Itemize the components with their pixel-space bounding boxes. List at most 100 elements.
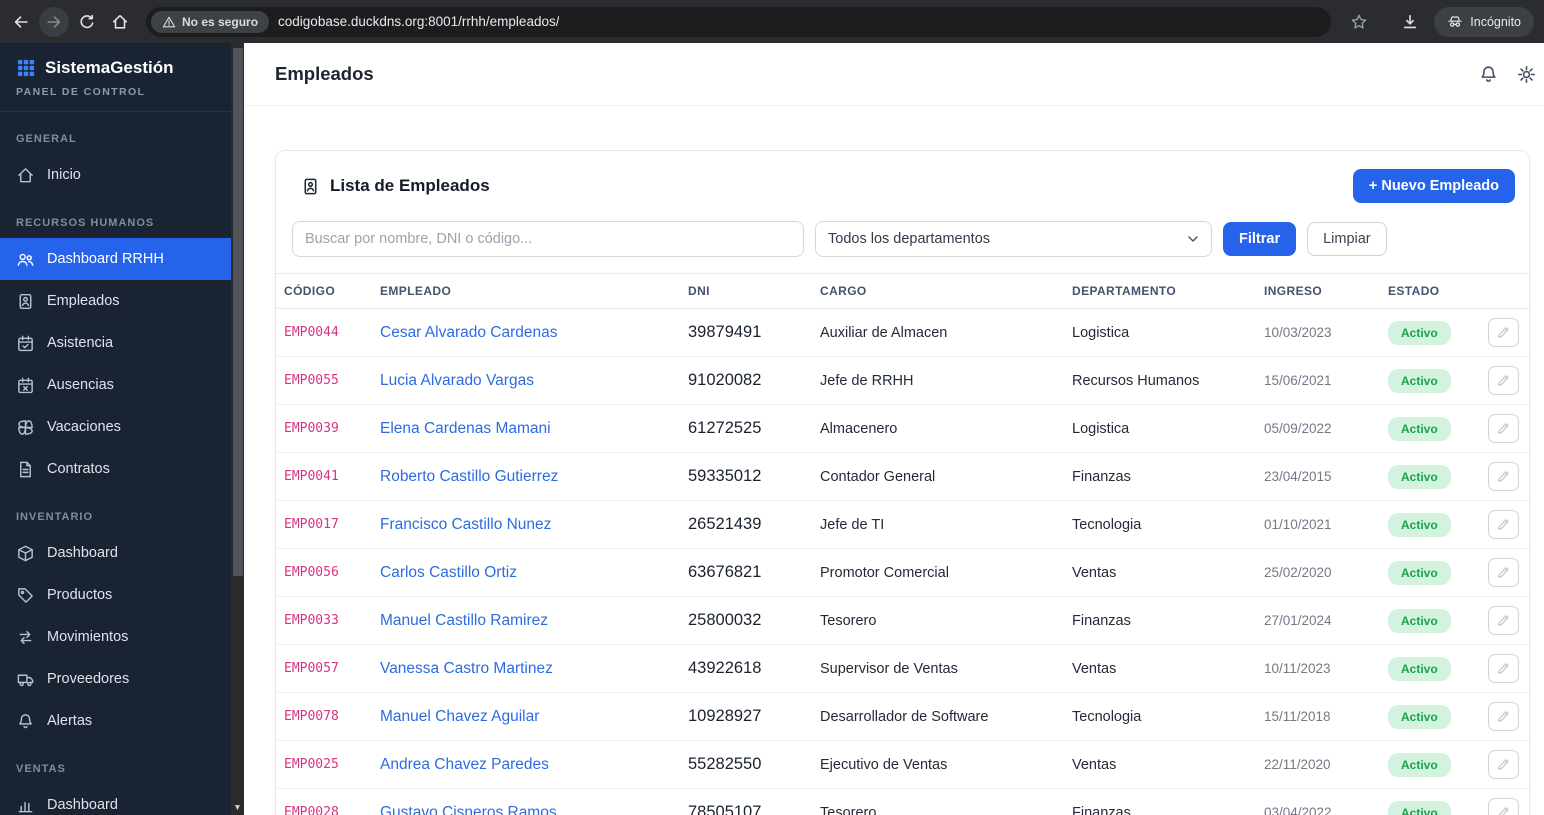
employee-department: Finanzas bbox=[1072, 804, 1131, 815]
edit-employee-button[interactable] bbox=[1488, 750, 1519, 779]
employee-name-link[interactable]: Elena Cardenas Mamani bbox=[380, 420, 551, 437]
employee-code: EMP0056 bbox=[284, 565, 339, 580]
incognito-badge[interactable]: Incógnito bbox=[1434, 6, 1534, 37]
sidebar-item-inicio[interactable]: Inicio bbox=[0, 154, 231, 196]
employee-name-link[interactable]: Carlos Castillo Ortiz bbox=[380, 564, 517, 581]
settings-button[interactable] bbox=[1516, 64, 1537, 85]
employee-code: EMP0025 bbox=[284, 757, 339, 772]
employee-name-link[interactable]: Andrea Chavez Paredes bbox=[380, 756, 549, 773]
notifications-button[interactable] bbox=[1478, 64, 1499, 85]
star-icon bbox=[1351, 14, 1367, 29]
people-icon bbox=[16, 250, 35, 269]
sidebar-item-dashboard[interactable]: Dashboard bbox=[0, 532, 231, 574]
incognito-icon bbox=[1448, 15, 1462, 27]
sidebar-item-label: Empleados bbox=[47, 293, 120, 309]
edit-employee-button[interactable] bbox=[1488, 702, 1519, 731]
back-button[interactable] bbox=[6, 7, 36, 37]
status-badge: Activo bbox=[1388, 464, 1451, 489]
scrollbar-down-arrow[interactable]: ▼ bbox=[231, 802, 244, 813]
employee-card-icon bbox=[300, 176, 320, 196]
downloads-button[interactable] bbox=[1395, 7, 1425, 37]
employee-code: EMP0057 bbox=[284, 661, 339, 676]
edit-employee-button[interactable] bbox=[1488, 510, 1519, 539]
employee-position: Jefe de TI bbox=[820, 516, 885, 533]
refresh-button[interactable] bbox=[72, 7, 102, 37]
pencil-icon bbox=[1496, 325, 1511, 340]
edit-employee-button[interactable] bbox=[1488, 798, 1519, 815]
refresh-icon bbox=[80, 14, 94, 28]
employee-dni: 26521439 bbox=[688, 515, 762, 533]
address-bar[interactable]: No es seguro codigobase.duckdns.org:8001… bbox=[146, 6, 1332, 37]
home-icon bbox=[16, 166, 35, 185]
search-input[interactable] bbox=[292, 221, 804, 257]
edit-employee-button[interactable] bbox=[1488, 414, 1519, 443]
column-header-ingreso: INGRESO bbox=[1264, 284, 1323, 298]
security-chip-label: No es seguro bbox=[182, 14, 259, 29]
brand-grid-icon bbox=[16, 59, 35, 78]
sidebar-item-label: Productos bbox=[47, 587, 113, 603]
sidebar-item-contratos[interactable]: Contratos bbox=[0, 448, 231, 490]
sidebar-item-dashboard-rrhh[interactable]: Dashboard RRHH bbox=[0, 238, 231, 280]
edit-employee-button[interactable] bbox=[1488, 318, 1519, 347]
edit-employee-button[interactable] bbox=[1488, 654, 1519, 683]
status-badge: Activo bbox=[1388, 512, 1451, 537]
employee-name-link[interactable]: Manuel Chavez Aguilar bbox=[380, 708, 539, 725]
filter-button[interactable]: Filtrar bbox=[1223, 222, 1297, 256]
employee-name-link[interactable]: Manuel Castillo Ramirez bbox=[380, 612, 548, 629]
scrollbar-thumb[interactable] bbox=[232, 48, 243, 576]
box-icon bbox=[16, 544, 35, 563]
employee-code: EMP0039 bbox=[284, 421, 339, 436]
calcheck-icon bbox=[16, 334, 35, 353]
employee-department: Recursos Humanos bbox=[1072, 372, 1200, 389]
clear-button[interactable]: Limpiar bbox=[1307, 222, 1387, 256]
bookmark-star-button[interactable] bbox=[1344, 7, 1374, 37]
employee-hire-date: 15/06/2021 bbox=[1264, 373, 1332, 388]
employee-dni: 39879491 bbox=[688, 323, 762, 341]
employee-department: Finanzas bbox=[1072, 468, 1131, 485]
sidebar-item-movimientos[interactable]: Movimientos bbox=[0, 616, 231, 658]
sidebar-scrollbar[interactable]: ▼ bbox=[231, 43, 244, 815]
department-select[interactable]: Todos los departamentos bbox=[815, 221, 1212, 257]
security-chip[interactable]: No es seguro bbox=[151, 10, 270, 33]
pencil-icon bbox=[1496, 613, 1511, 628]
sidebar-item-ausencias[interactable]: Ausencias bbox=[0, 364, 231, 406]
sidebar-item-label: Alertas bbox=[47, 713, 93, 729]
employee-code: EMP0055 bbox=[284, 373, 339, 388]
table-row: EMP0041 Roberto Castillo Gutierrez 5933501… bbox=[276, 453, 1529, 501]
home-icon bbox=[112, 14, 128, 29]
edit-employee-button[interactable] bbox=[1488, 366, 1519, 395]
employee-name-link[interactable]: Gustavo Cisneros Ramos bbox=[380, 804, 557, 815]
sidebar-item-asistencia[interactable]: Asistencia bbox=[0, 322, 231, 364]
sidebar-item-empleados[interactable]: Empleados bbox=[0, 280, 231, 322]
employee-name-link[interactable]: Cesar Alvarado Cardenas bbox=[380, 324, 558, 341]
employee-department: Logistica bbox=[1072, 420, 1130, 437]
sidebar-item-vacaciones[interactable]: Vacaciones bbox=[0, 406, 231, 448]
employee-name-link[interactable]: Francisco Castillo Nunez bbox=[380, 516, 551, 533]
employee-dni: 25800032 bbox=[688, 611, 762, 629]
fan-icon bbox=[16, 418, 35, 437]
edit-employee-button[interactable] bbox=[1488, 606, 1519, 635]
idbadge-icon bbox=[16, 292, 35, 311]
employee-name-link[interactable]: Roberto Castillo Gutierrez bbox=[380, 468, 558, 485]
edit-employee-button[interactable] bbox=[1488, 462, 1519, 491]
edit-employee-button[interactable] bbox=[1488, 558, 1519, 587]
sidebar: SistemaGestión PANEL DE CONTROL GENERAL I… bbox=[0, 43, 231, 815]
sidebar-item-dashboard[interactable]: Dashboard bbox=[0, 784, 231, 815]
employee-department: Ventas bbox=[1072, 660, 1117, 677]
sidebar-item-label: Dashboard RRHH bbox=[47, 251, 164, 267]
sidebar-item-productos[interactable]: Productos bbox=[0, 574, 231, 616]
forward-button[interactable] bbox=[39, 6, 69, 37]
sidebar-item-alertas[interactable]: Alertas bbox=[0, 700, 231, 742]
calx-icon bbox=[16, 376, 35, 395]
employees-table: CÓDIGO EMPLEADO DNI CARGO DEPARTAMENTO INGRES… bbox=[276, 273, 1529, 815]
table-row: EMP0025 Andrea Chavez Paredes 55282550 Ejec… bbox=[276, 741, 1529, 789]
status-badge: Activo bbox=[1388, 656, 1451, 681]
home-button[interactable] bbox=[105, 7, 135, 37]
employee-position: Supervisor de Ventas bbox=[820, 660, 958, 677]
employee-hire-date: 15/11/2018 bbox=[1264, 709, 1331, 724]
new-employee-button[interactable]: + Nuevo Empleado bbox=[1352, 169, 1515, 203]
main-area: Empleados Lista de Empleados + Nuevo Emp… bbox=[244, 43, 1544, 815]
employee-name-link[interactable]: Vanessa Castro Martinez bbox=[380, 660, 553, 677]
employee-name-link[interactable]: Lucia Alvarado Vargas bbox=[380, 372, 534, 389]
sidebar-item-proveedores[interactable]: Proveedores bbox=[0, 658, 231, 700]
